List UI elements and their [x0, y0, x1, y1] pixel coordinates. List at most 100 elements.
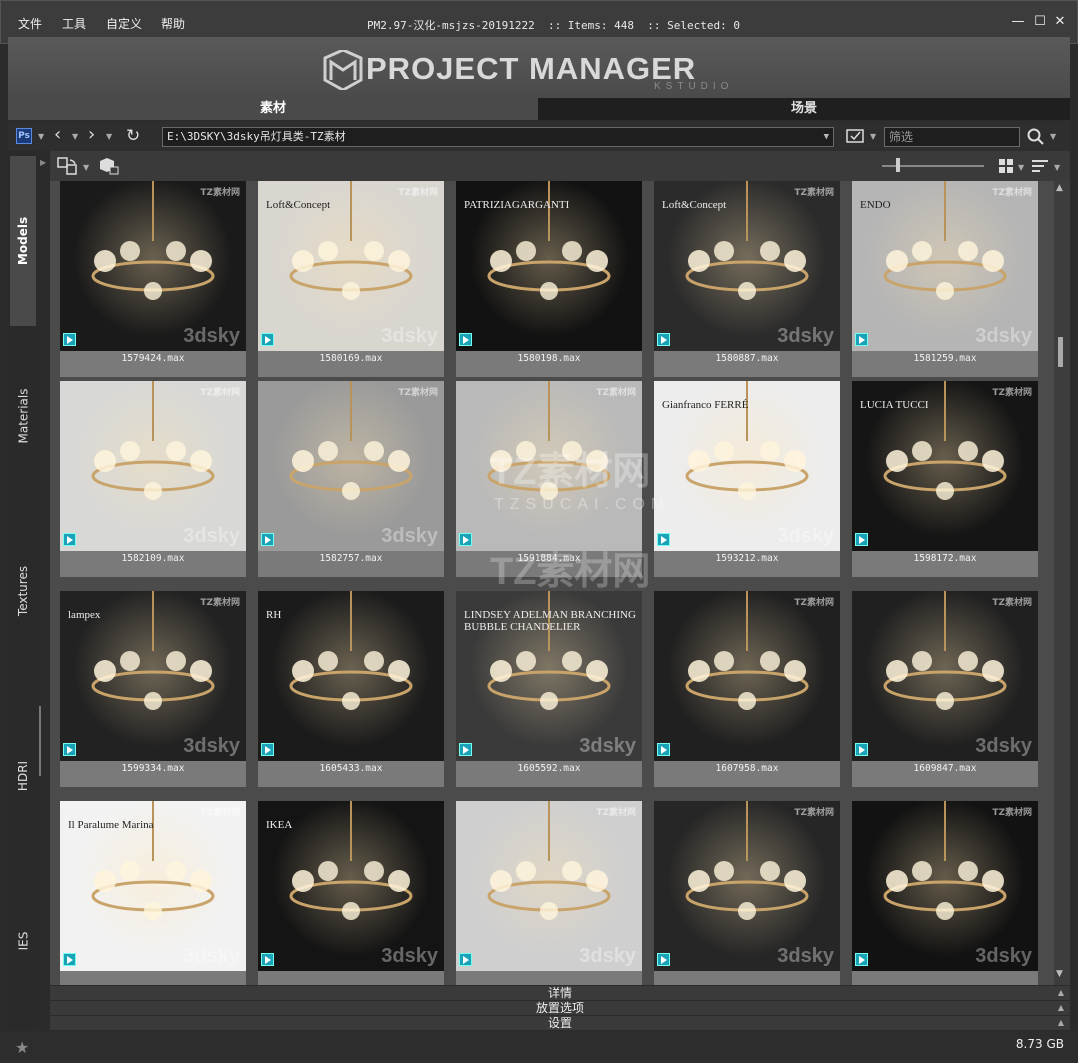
asset-thumbnail[interactable]: TZ素材网 [654, 591, 840, 761]
view-dropdown-icon[interactable]: ▼ [1018, 163, 1024, 172]
scroll-down-icon[interactable]: ▼ [1056, 969, 1063, 979]
star-icon[interactable]: ★ [15, 1038, 29, 1057]
menu-tools[interactable]: 工具 [62, 15, 86, 32]
watermark-3dsky: 3dsky [183, 945, 240, 967]
sync-dropdown-icon[interactable]: ▼ [83, 163, 89, 172]
asset-card[interactable]: TZ素材网 3dsky [456, 801, 642, 985]
side-tab-hdri[interactable]: HDRI [10, 691, 36, 861]
filter-options-icon[interactable] [846, 127, 866, 145]
asset-thumbnail[interactable]: TZ素材网 3dsky [852, 801, 1038, 971]
side-tab-ies[interactable]: IES [10, 856, 36, 1026]
asset-thumbnail[interactable]: IKEA 3dsky [258, 801, 444, 971]
path-field[interactable]: E:\3DSKY\3dsky吊灯具类-TZ素材 ▼ [162, 127, 834, 147]
max-file-icon [63, 743, 76, 756]
menu-help[interactable]: 帮助 [161, 15, 185, 32]
asset-card[interactable]: Loft&Concept TZ素材网 3dsky 1580887.max [654, 181, 840, 377]
asset-card[interactable]: TZ素材网 3dsky [654, 801, 840, 985]
collapse-icon[interactable]: ▲ [1058, 986, 1064, 1000]
side-tab-textures[interactable]: Textures [10, 506, 36, 676]
asset-thumbnail[interactable]: TZ素材网 3dsky [258, 381, 444, 551]
watermark-logo: TZ素材网 [200, 808, 240, 818]
sync-icon[interactable] [56, 156, 80, 176]
brand-label: Il Paralume Marina [68, 819, 154, 831]
sidebar-resize-handle[interactable] [39, 706, 41, 776]
filter-input[interactable] [884, 127, 1020, 147]
side-tab-models[interactable]: Models [10, 156, 36, 326]
asset-thumbnail[interactable]: Il Paralume Marina TZ素材网 3dsky [60, 801, 246, 971]
side-tab-label: IES [16, 931, 30, 951]
asset-thumbnail[interactable]: TZ素材网 [456, 381, 642, 551]
panel-placement-options[interactable]: 放置选项 ▲ [50, 1001, 1070, 1015]
asset-filename: 1593212.max [715, 553, 779, 564]
asset-thumbnail[interactable]: TZ素材网 3dsky [60, 181, 246, 351]
forward-dropdown-icon[interactable]: ▼ [106, 132, 112, 141]
asset-thumbnail[interactable]: Gianfranco FERRÉ 3dsky [654, 381, 840, 551]
tab-material[interactable]: 素材 [8, 98, 538, 120]
asset-thumbnail[interactable]: TZ素材网 3dsky [852, 591, 1038, 761]
cube-icon[interactable] [98, 156, 120, 176]
scroll-up-icon[interactable]: ▲ [1056, 183, 1063, 193]
watermark-3dsky: 3dsky [579, 945, 636, 967]
forward-icon[interactable]: › [88, 126, 95, 144]
asset-thumbnail[interactable]: TZ素材网 3dsky [60, 381, 246, 551]
asset-thumbnail[interactable]: ENDO TZ素材网 3dsky [852, 181, 1038, 351]
watermark-3dsky: 3dsky [183, 325, 240, 347]
collapse-icon[interactable]: ▲ [1058, 1016, 1064, 1030]
asset-thumbnail[interactable]: Loft&Concept TZ素材网 3dsky [258, 181, 444, 351]
zoom-slider-handle[interactable] [896, 158, 900, 172]
close-icon[interactable]: ✕ [1053, 15, 1067, 29]
asset-card[interactable]: TZ素材网 1591884.max [456, 381, 642, 577]
search-dropdown-icon[interactable]: ▼ [1050, 132, 1056, 141]
back-icon[interactable]: ‹ [54, 126, 61, 144]
asset-thumbnail[interactable]: TZ素材网 3dsky [456, 801, 642, 971]
scrollbar[interactable]: ▲ ▼ [1054, 181, 1070, 985]
menu-file[interactable]: 文件 [18, 15, 42, 32]
max-file-icon [657, 333, 670, 346]
asset-card[interactable]: ENDO TZ素材网 3dsky 1581259.max [852, 181, 1038, 377]
minimize-icon[interactable]: — [1011, 15, 1025, 29]
asset-card[interactable]: LINDSEY ADELMAN BRANCHING BUBBLE CHANDEL… [456, 591, 642, 787]
photoshop-icon[interactable]: Ps [16, 128, 32, 144]
side-tab-materials[interactable]: Materials [10, 331, 36, 501]
asset-card[interactable]: RH 1605433.max [258, 591, 444, 787]
maximize-icon[interactable]: ☐ [1033, 15, 1047, 29]
panel-settings[interactable]: 设置 ▲ [50, 1016, 1070, 1030]
filter-dropdown-icon[interactable]: ▼ [870, 132, 876, 141]
asset-thumbnail[interactable]: lampex TZ素材网 3dsky [60, 591, 246, 761]
asset-card[interactable]: Gianfranco FERRÉ 3dsky 1593212.max [654, 381, 840, 577]
asset-card[interactable]: TZ素材网 3dsky 1582109.max [60, 381, 246, 577]
chandelier-image [456, 381, 642, 551]
asset-card[interactable]: lampex TZ素材网 3dsky 1599334.max [60, 591, 246, 787]
back-dropdown-icon[interactable]: ▼ [72, 132, 78, 141]
asset-card[interactable]: TZ素材网 3dsky 1609847.max [852, 591, 1038, 787]
menu-customize[interactable]: 自定义 [106, 15, 142, 32]
expand-arrow-icon[interactable]: ▶ [40, 158, 46, 167]
asset-thumbnail[interactable]: TZ素材网 3dsky [654, 801, 840, 971]
sort-dropdown-icon[interactable]: ▼ [1054, 163, 1060, 172]
asset-thumbnail[interactable]: LINDSEY ADELMAN BRANCHING BUBBLE CHANDEL… [456, 591, 642, 761]
panel-details[interactable]: 详情 ▲ [50, 986, 1070, 1000]
path-dropdown-icon[interactable]: ▼ [824, 128, 829, 146]
asset-card[interactable]: TZ素材网 3dsky 1582757.max [258, 381, 444, 577]
sort-icon[interactable] [1032, 159, 1050, 173]
asset-card[interactable]: TZ素材网 3dsky [852, 801, 1038, 985]
asset-thumbnail[interactable]: LUCIA TUCCI TZ素材网 [852, 381, 1038, 551]
path-text: E:\3DSKY\3dsky吊灯具类-TZ素材 [167, 130, 346, 143]
asset-card[interactable]: TZ素材网 3dsky 1579424.max [60, 181, 246, 377]
tab-scene[interactable]: 场景 [538, 98, 1070, 120]
asset-card[interactable]: Il Paralume Marina TZ素材网 3dsky [60, 801, 246, 985]
asset-card[interactable]: PATRIZIAGARGANTI 1580198.max [456, 181, 642, 377]
grid-view-icon[interactable] [998, 158, 1014, 174]
asset-card[interactable]: IKEA 3dsky [258, 801, 444, 985]
asset-card[interactable]: Loft&Concept TZ素材网 3dsky 1580169.max [258, 181, 444, 377]
search-icon[interactable] [1026, 127, 1046, 145]
scroll-thumb[interactable] [1058, 337, 1063, 367]
asset-thumbnail[interactable]: RH [258, 591, 444, 761]
asset-card[interactable]: LUCIA TUCCI TZ素材网 1598172.max [852, 381, 1038, 577]
asset-thumbnail[interactable]: Loft&Concept TZ素材网 3dsky [654, 181, 840, 351]
refresh-icon[interactable]: ↻ [126, 127, 140, 145]
ps-dropdown-icon[interactable]: ▼ [38, 132, 44, 141]
collapse-icon[interactable]: ▲ [1058, 1001, 1064, 1015]
asset-card[interactable]: TZ素材网 1607958.max [654, 591, 840, 787]
asset-thumbnail[interactable]: PATRIZIAGARGANTI [456, 181, 642, 351]
